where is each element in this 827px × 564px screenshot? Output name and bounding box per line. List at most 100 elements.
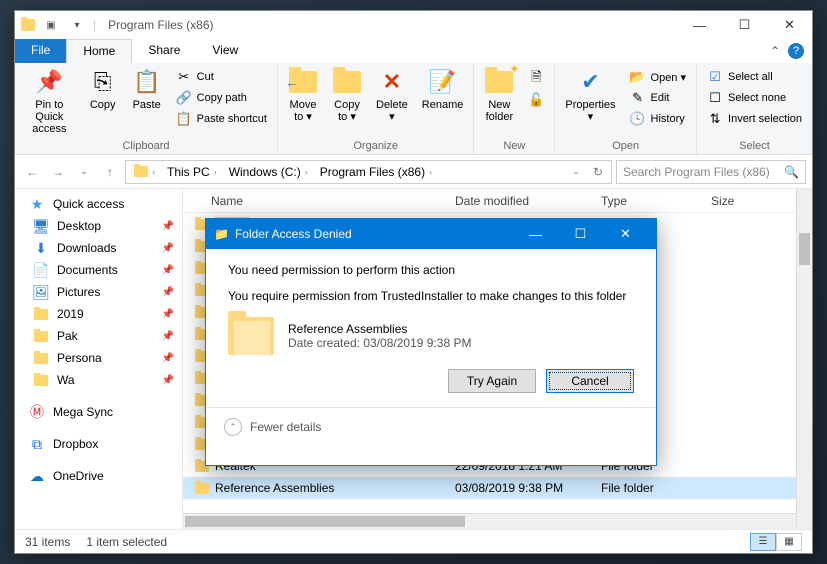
pin-icon: 📌	[162, 331, 178, 342]
crumb-drive[interactable]: Windows (C:)›	[223, 161, 314, 183]
recent-button[interactable]: ⌄	[73, 161, 95, 183]
pin-icon: 📌	[162, 309, 178, 320]
delete-button[interactable]: ✕Delete ▾	[370, 65, 414, 125]
dialog-folder-icon	[228, 317, 274, 355]
rename-button[interactable]: 📝Rename	[416, 65, 470, 113]
cut-button[interactable]: ✂Cut	[172, 67, 271, 87]
sidebar-item-pictures[interactable]: 🖼Pictures📌	[15, 281, 182, 303]
pin-quick-access-button[interactable]: 📌 Pin to Quick access	[19, 65, 80, 137]
col-type[interactable]: Type	[589, 190, 699, 212]
dropbox-icon: ⧉	[29, 436, 45, 452]
sidebar-item-2019[interactable]: 2019📌	[15, 303, 182, 325]
vertical-scrollbar[interactable]	[796, 189, 812, 529]
pin-icon: 📌	[162, 353, 178, 364]
new-item-button[interactable]: 🗎	[524, 69, 548, 89]
search-icon: 🔍	[784, 165, 799, 179]
tab-view[interactable]: View	[196, 39, 254, 63]
dialog-message-1: You need permission to perform this acti…	[228, 263, 634, 277]
copy-to-button[interactable]: Copy to ▾	[326, 65, 368, 125]
scroll-thumb[interactable]	[799, 233, 810, 265]
copy-path-button[interactable]: 🔗Copy path	[172, 88, 271, 108]
dialog-item-date: Date created: 03/08/2019 9:38 PM	[288, 336, 471, 350]
pin-icon: 📌	[34, 67, 64, 97]
dialog-minimize-button[interactable]: —	[513, 219, 558, 249]
delete-icon: ✕	[377, 67, 407, 97]
sidebar-mega-sync[interactable]: ⓂMega Sync	[15, 401, 182, 423]
scroll-thumb[interactable]	[185, 516, 465, 527]
column-headers[interactable]: Name Date modified Type Size	[183, 189, 812, 213]
new-folder-button[interactable]: ✦New folder	[478, 65, 520, 125]
fewer-details-label: Fewer details	[250, 420, 321, 434]
history-button[interactable]: 🕓History	[626, 109, 691, 129]
sidebar-onedrive[interactable]: ☁OneDrive	[15, 465, 182, 487]
edit-button[interactable]: ✎Edit	[626, 88, 691, 108]
history-icon: 🕓	[630, 111, 646, 127]
sidebar-item-desktop[interactable]: 🖥Desktop📌	[15, 215, 182, 237]
breadcrumb[interactable]: › This PC› Windows (C:)› Program Files (…	[125, 160, 612, 184]
qat-newfolder[interactable]: ▾	[67, 15, 87, 35]
address-bar: ← → ⌄ ↑ › This PC› Windows (C:)› Program…	[15, 155, 812, 189]
help-icon[interactable]: ?	[788, 43, 804, 59]
sidebar-item-documents[interactable]: 📄Documents📌	[15, 259, 182, 281]
close-button[interactable]: ✕	[767, 11, 812, 39]
move-to-button[interactable]: ←Move to ▾	[282, 65, 324, 125]
dialog-maximize-button[interactable]: ☐	[558, 219, 603, 249]
folder-icon	[195, 483, 209, 494]
crumb-thispc[interactable]: This PC›	[161, 161, 223, 183]
dialog-footer[interactable]: ⌃ Fewer details	[206, 407, 656, 446]
view-large-button[interactable]: ▦	[776, 533, 802, 551]
group-organize-label: Organize	[282, 138, 469, 154]
select-all-button[interactable]: ☑Select all	[703, 67, 806, 87]
back-button[interactable]: ←	[21, 161, 43, 183]
picture-icon: 🖼	[33, 284, 49, 300]
dialog-item-name: Reference Assemblies	[288, 322, 471, 336]
sidebar-item-downloads[interactable]: ⬇Downloads📌	[15, 237, 182, 259]
sidebar-dropbox[interactable]: ⧉Dropbox	[15, 433, 182, 455]
move-icon: ←	[288, 67, 318, 97]
titlebar: ▣ ▾ | Program Files (x86) — ☐ ✕	[15, 11, 812, 39]
try-again-button[interactable]: Try Again	[448, 369, 536, 393]
qat-properties[interactable]: ▣	[41, 15, 61, 35]
forward-button[interactable]: →	[47, 161, 69, 183]
shortcut-icon: 📋	[176, 111, 192, 127]
properties-button[interactable]: ✔Properties ▾	[559, 65, 621, 125]
dialog-close-button[interactable]: ✕	[603, 219, 648, 249]
dialog-titlebar: 📁 Folder Access Denied — ☐ ✕	[206, 219, 656, 249]
sidebar-item-persona[interactable]: Persona📌	[15, 347, 182, 369]
invert-selection-button[interactable]: ⇅Invert selection	[703, 109, 806, 129]
sidebar-item-pak[interactable]: Pak📌	[15, 325, 182, 347]
invert-icon: ⇅	[707, 111, 723, 127]
selectall-icon: ☑	[707, 69, 723, 85]
paste-shortcut-button[interactable]: 📋Paste shortcut	[172, 109, 271, 129]
view-details-button[interactable]: ☰	[750, 533, 776, 551]
maximize-button[interactable]: ☐	[722, 11, 767, 39]
open-button[interactable]: 📂Open ▾	[626, 67, 691, 87]
tab-home[interactable]: Home	[66, 39, 132, 63]
tab-file[interactable]: File	[15, 39, 66, 63]
group-new-label: New	[478, 138, 550, 154]
star-icon: ★	[29, 196, 45, 212]
paste-button[interactable]: 📋 Paste	[126, 65, 168, 113]
crumb-folder[interactable]: Program Files (x86)›	[314, 161, 438, 183]
ribbon-tabs: File Home Share View ⌃ ?	[15, 39, 812, 63]
select-none-button[interactable]: ☐Select none	[703, 88, 806, 108]
status-count: 31 items	[25, 535, 70, 549]
search-input[interactable]: Search Program Files (x86) 🔍	[616, 160, 806, 184]
sidebar-quick-access[interactable]: ★Quick access	[15, 193, 182, 215]
col-date[interactable]: Date modified	[443, 190, 589, 212]
col-name[interactable]: Name	[183, 190, 443, 212]
horizontal-scrollbar[interactable]	[183, 513, 796, 529]
breadcrumb-dropdown[interactable]: ⌄	[565, 161, 587, 183]
cancel-button[interactable]: Cancel	[546, 369, 634, 393]
minimize-button[interactable]: —	[677, 11, 722, 39]
copy-button[interactable]: ⎘ Copy	[82, 65, 124, 113]
onedrive-icon: ☁	[29, 468, 45, 484]
up-button[interactable]: ↑	[99, 161, 121, 183]
easy-access-button[interactable]: 🔓	[524, 90, 548, 110]
tab-share[interactable]: Share	[132, 39, 196, 63]
sidebar-item-wa[interactable]: Wa📌	[15, 369, 182, 391]
refresh-button[interactable]: ↻	[587, 161, 609, 183]
list-item[interactable]: Reference Assemblies03/08/2019 9:38 PMFi…	[183, 477, 812, 499]
copy-icon: ⎘	[88, 67, 118, 97]
collapse-ribbon-icon[interactable]: ⌃	[770, 44, 780, 58]
